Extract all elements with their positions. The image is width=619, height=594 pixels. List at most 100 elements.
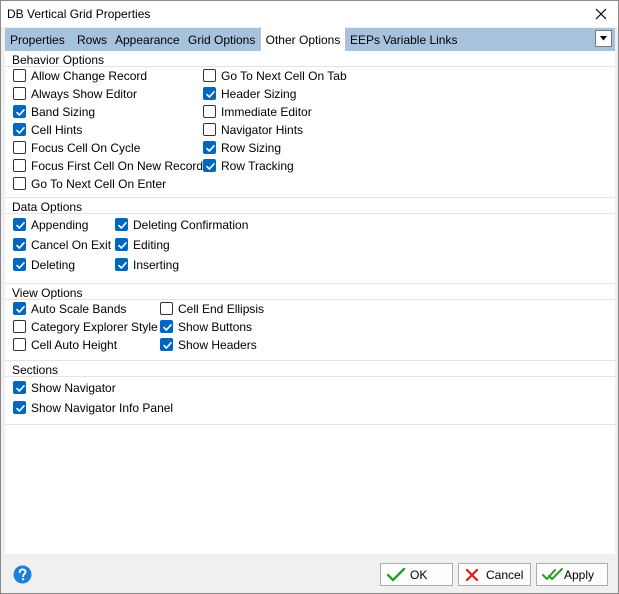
ok-label: OK [410, 568, 428, 582]
checkbox-label: Show Buttons [178, 320, 253, 334]
red-x-icon [465, 568, 479, 582]
tab-other-options[interactable]: Other Options [260, 27, 346, 51]
group-divider [5, 66, 615, 67]
checkbox-label: Immediate Editor [221, 105, 312, 119]
checkbox-box[interactable] [13, 320, 26, 333]
checkbox-box[interactable] [13, 401, 26, 414]
checkbox-label: Cancel On Exit [31, 238, 112, 252]
checkmark-icon [16, 405, 25, 412]
checkmark-icon [118, 262, 127, 269]
checkbox-box[interactable] [13, 238, 26, 251]
checkbox-box[interactable] [160, 302, 173, 315]
tab-list-dropdown[interactable] [595, 30, 612, 47]
green-checkmark-icon [386, 567, 406, 582]
checkmark-icon [16, 127, 25, 134]
checkbox-label: Show Navigator Info Panel [31, 401, 174, 415]
checkmark-icon [16, 109, 25, 116]
tab-label: Properties [10, 33, 65, 47]
checkbox-box[interactable] [203, 123, 216, 136]
tab-eeps[interactable]: EEPs [350, 28, 380, 51]
checkmark-icon [163, 342, 172, 349]
checkbox-box[interactable] [203, 105, 216, 118]
checkbox-label: Always Show Editor [31, 87, 138, 101]
tab-rows[interactable]: Rows [77, 28, 107, 51]
options-panel: Behavior Options Allow Change Record Alw… [5, 51, 615, 554]
apply-button[interactable]: Apply [536, 563, 608, 586]
dialog-window: DB Vertical Grid Properties Properties R… [0, 0, 619, 594]
checkbox-label: Auto Scale Bands [31, 302, 127, 316]
apply-label: Apply [564, 568, 595, 582]
tab-label: Other Options [265, 33, 341, 47]
checkbox-label: Cell Hints [31, 123, 83, 137]
checkmark-icon [16, 242, 25, 249]
checkbox-box[interactable] [115, 258, 128, 271]
checkbox-box[interactable] [13, 159, 26, 172]
checkbox-box[interactable] [13, 123, 26, 136]
close-icon [595, 8, 607, 20]
checkbox-label: Allow Change Record [31, 69, 148, 83]
checkbox-box[interactable] [203, 87, 216, 100]
double-checkmark-icon [542, 568, 563, 580]
group-divider [5, 197, 615, 198]
checkbox-box[interactable] [13, 177, 26, 190]
tab-appearance[interactable]: Appearance [115, 28, 180, 51]
ok-button[interactable]: OK [380, 563, 453, 586]
group-divider [5, 360, 615, 361]
checkbox-box[interactable] [13, 381, 26, 394]
checkbox-box[interactable] [115, 238, 128, 251]
checkbox-label: Row Sizing [221, 141, 282, 155]
chevron-down-icon [600, 36, 607, 41]
checkmark-icon [118, 242, 127, 249]
checkmark-icon [16, 306, 25, 313]
tab-variable-links[interactable]: Variable Links [383, 28, 457, 51]
checkbox-box[interactable] [13, 69, 26, 82]
help-button[interactable] [13, 565, 32, 584]
checkbox-box[interactable] [160, 338, 173, 351]
checkbox-box[interactable] [13, 105, 26, 118]
checkbox-label: Editing [133, 238, 170, 252]
checkmark-icon [206, 163, 215, 170]
checkbox-box[interactable] [13, 258, 26, 271]
checkbox-label: Header Sizing [221, 87, 297, 101]
group-divider [5, 283, 615, 284]
close-button[interactable] [584, 1, 618, 27]
checkbox-label: Go To Next Cell On Enter [31, 177, 167, 191]
cancel-label: Cancel [486, 568, 524, 582]
tab-properties[interactable]: Properties [10, 28, 65, 51]
checkbox-box[interactable] [160, 320, 173, 333]
checkbox-label: Focus First Cell On New Record [31, 159, 204, 173]
tab-label: Grid Options [188, 33, 256, 47]
checkbox-label: Appending [31, 218, 89, 232]
checkbox-label: Category Explorer Style [31, 320, 158, 334]
sections-title: Sections [12, 363, 59, 377]
checkmark-icon [16, 262, 25, 269]
checkbox-label: Focus Cell On Cycle [31, 141, 141, 155]
tab-grid-options[interactable]: Grid Options [188, 28, 255, 51]
tab-label: EEPs [350, 33, 381, 47]
cancel-button[interactable]: Cancel [458, 563, 531, 586]
checkbox-box[interactable] [203, 141, 216, 154]
title-bar: DB Vertical Grid Properties [1, 1, 618, 27]
checkbox-label: Go To Next Cell On Tab [221, 69, 347, 83]
checkbox-box[interactable] [203, 159, 216, 172]
tab-label: Variable Links [383, 33, 458, 47]
view-options-title: View Options [12, 286, 83, 300]
checkbox-label: Deleting Confirmation [133, 218, 249, 232]
checkbox-label: Show Headers [178, 338, 257, 352]
group-divider [5, 424, 615, 425]
checkmark-icon [206, 91, 215, 98]
checkbox-box[interactable] [203, 69, 216, 82]
checkbox-box[interactable] [13, 338, 26, 351]
checkbox-box[interactable] [13, 87, 26, 100]
checkbox-label: Band Sizing [31, 105, 96, 119]
checkbox-box[interactable] [13, 302, 26, 315]
checkbox-box[interactable] [13, 141, 26, 154]
checkbox-box[interactable] [115, 218, 128, 231]
behavior-options-title: Behavior Options [12, 53, 105, 67]
checkbox-label: Row Tracking [221, 159, 294, 173]
checkbox-label: Navigator Hints [221, 123, 304, 137]
tab-label: Rows [77, 33, 108, 47]
checkbox-box[interactable] [13, 218, 26, 231]
group-divider [5, 376, 615, 377]
dialog-footer: OK Cancel Apply [1, 554, 618, 593]
